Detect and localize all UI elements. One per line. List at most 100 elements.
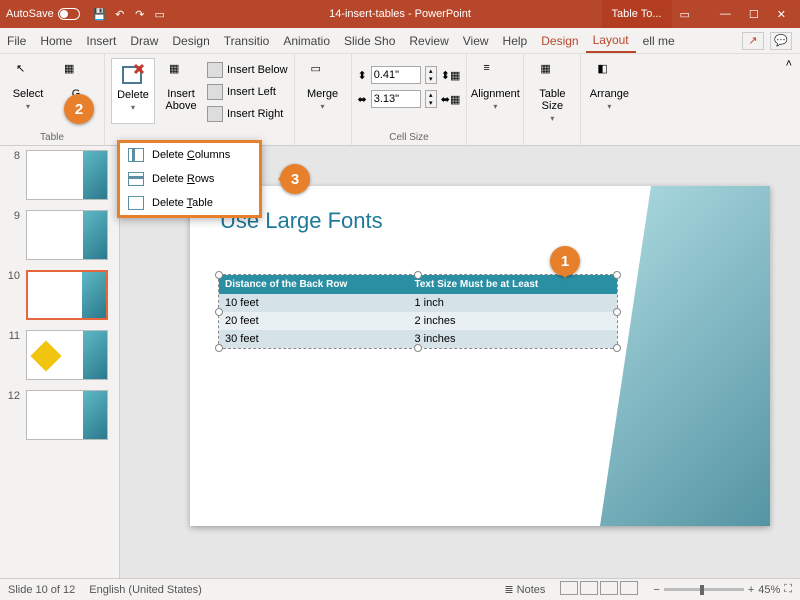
table-row[interactable]: 20 feet2 inches — [219, 312, 617, 330]
selection-handle[interactable] — [613, 271, 621, 279]
thumb-8[interactable]: 8 — [6, 150, 113, 200]
table-cell[interactable]: 10 feet — [219, 294, 408, 312]
ribbon-group-alignment: ≡Alignment▾ — [467, 54, 524, 145]
collapse-ribbon-icon[interactable]: ˄ — [778, 54, 800, 145]
selection-handle[interactable] — [215, 308, 223, 316]
selection-handle[interactable] — [414, 271, 422, 279]
toggle-off-icon[interactable] — [58, 8, 80, 20]
delete-rows-label: Delete Rows — [152, 173, 214, 185]
table-cell[interactable]: 30 feet — [219, 330, 408, 348]
zoom-level[interactable]: 45% — [758, 584, 780, 596]
autosave-toggle[interactable]: AutoSave — [0, 8, 86, 20]
tab-review[interactable]: Review — [402, 28, 455, 53]
language-status[interactable]: English (United States) — [89, 584, 202, 596]
grid-icon: ▦ — [64, 62, 88, 86]
arrange-button[interactable]: ◧Arrange▾ — [587, 58, 631, 124]
tab-file[interactable]: File — [0, 28, 33, 53]
table-cell[interactable]: 3 inches — [408, 330, 600, 348]
zoom-in-icon[interactable]: + — [748, 584, 754, 596]
distribute-rows-icon[interactable]: ⬍▦ — [441, 69, 461, 82]
tab-design[interactable]: Design — [165, 28, 216, 53]
tab-home[interactable]: Home — [33, 28, 79, 53]
save-icon[interactable]: 💾 — [92, 6, 108, 22]
minimize-icon[interactable]: — — [720, 8, 731, 21]
thumb-11[interactable]: 11 — [6, 330, 113, 380]
delete-columns-item[interactable]: Delete Columns — [120, 143, 259, 167]
chevron-down-icon: ▾ — [26, 102, 30, 111]
delete-button[interactable]: Delete ▾ — [111, 58, 155, 124]
table-row[interactable]: 10 feet1 inch — [219, 294, 617, 312]
normal-view-icon[interactable] — [560, 581, 578, 595]
table-cell[interactable]: 1 inch — [408, 294, 600, 312]
selection-handle[interactable] — [613, 308, 621, 316]
redo-icon[interactable]: ↷ — [132, 6, 148, 22]
distribute-cols-icon[interactable]: ⬌▦ — [441, 93, 461, 106]
slide-counter[interactable]: Slide 10 of 12 — [8, 584, 75, 596]
table-size-button[interactable]: ▦Table Size▾ — [530, 58, 574, 124]
notes-button[interactable]: ≣ Notes — [504, 583, 545, 596]
ribbon-group-rows-columns: Delete ▾ ▦ Insert Above Insert Below Ins… — [105, 54, 295, 145]
selection-handle[interactable] — [613, 344, 621, 352]
zoom-control[interactable]: − + 45% ⛶ — [653, 583, 792, 596]
cursor-icon: ↖ — [16, 62, 40, 86]
tell-me[interactable]: ell me — [636, 28, 682, 53]
ribbon-group-cellsize: ⬍ ▴▾ ⬍▦ ⬌ ▴▾ ⬌▦ Cell Size — [352, 54, 468, 145]
sorter-view-icon[interactable] — [580, 581, 598, 595]
insert-above-button[interactable]: ▦ Insert Above — [159, 58, 203, 124]
insert-left-button[interactable]: Insert Left — [207, 82, 288, 102]
selection-handle[interactable] — [215, 271, 223, 279]
thumb-num: 12 — [6, 390, 20, 440]
insert-below-button[interactable]: Insert Below — [207, 60, 288, 80]
slideshow-view-icon[interactable] — [620, 581, 638, 595]
tab-transitions[interactable]: Transitio — [217, 28, 277, 53]
selection-handle[interactable] — [215, 344, 223, 352]
undo-icon[interactable]: ↶ — [112, 6, 128, 22]
group-label-merge — [301, 130, 345, 143]
merge-icon: ▭ — [311, 62, 335, 86]
zoom-slider[interactable] — [664, 588, 744, 591]
ribbon-group-tablesize: ▦Table Size▾ — [524, 54, 581, 145]
start-slideshow-icon[interactable]: ▭ — [152, 6, 168, 22]
table-cell[interactable]: 2 inches — [408, 312, 600, 330]
alignment-button[interactable]: ≡Alignment▾ — [473, 58, 517, 124]
thumb-10[interactable]: 10 — [6, 270, 113, 320]
maximize-icon[interactable]: ☐ — [749, 8, 759, 21]
table-cell[interactable]: 20 feet — [219, 312, 408, 330]
thumb-9[interactable]: 9 — [6, 210, 113, 260]
insert-right-label: Insert Right — [227, 108, 283, 120]
callout-2: 2 — [64, 94, 94, 124]
select-button[interactable]: ↖ Select ▾ — [6, 58, 50, 124]
tab-view[interactable]: View — [456, 28, 496, 53]
close-icon[interactable]: ✕ — [777, 8, 786, 21]
title-bar: AutoSave 💾 ↶ ↷ ▭ 14-insert-tables - Powe… — [0, 0, 800, 28]
delete-table-item[interactable]: Delete Table — [120, 191, 259, 215]
comments-icon[interactable]: 💬 — [770, 32, 792, 50]
height-field[interactable] — [371, 66, 421, 84]
reading-view-icon[interactable] — [600, 581, 618, 595]
tab-animations[interactable]: Animatio — [276, 28, 337, 53]
ribbon-display-icon[interactable]: ▭ — [672, 8, 698, 21]
selection-handle[interactable] — [414, 344, 422, 352]
thumb-12[interactable]: 12 — [6, 390, 113, 440]
table-header[interactable]: Distance of the Back Row — [219, 275, 408, 294]
tab-slideshow[interactable]: Slide Sho — [337, 28, 402, 53]
cell-width-input[interactable]: ⬌ ▴▾ ⬌▦ — [358, 90, 461, 108]
tab-table-layout[interactable]: Layout — [586, 28, 636, 53]
delete-rows-item[interactable]: Delete Rows — [120, 167, 259, 191]
zoom-out-icon[interactable]: − — [653, 584, 659, 596]
tab-draw[interactable]: Draw — [123, 28, 165, 53]
tab-help[interactable]: Help — [496, 28, 535, 53]
tab-insert[interactable]: Insert — [79, 28, 123, 53]
merge-button[interactable]: ▭ Merge ▾ — [301, 58, 345, 124]
tab-table-design[interactable]: Design — [534, 28, 585, 53]
insert-right-button[interactable]: Insert Right — [207, 104, 288, 124]
slide-thumbnails[interactable]: 8 9 10 11 12 — [0, 146, 120, 578]
width-field[interactable] — [371, 90, 421, 108]
width-spinner[interactable]: ▴▾ — [425, 90, 437, 108]
table-size-icon: ▦ — [540, 62, 564, 86]
share-icon[interactable]: ↗ — [742, 32, 764, 50]
fit-to-window-icon[interactable]: ⛶ — [784, 583, 792, 596]
align-icon: ≡ — [483, 62, 507, 86]
cell-height-input[interactable]: ⬍ ▴▾ ⬍▦ — [358, 66, 461, 84]
height-spinner[interactable]: ▴▾ — [425, 66, 437, 84]
